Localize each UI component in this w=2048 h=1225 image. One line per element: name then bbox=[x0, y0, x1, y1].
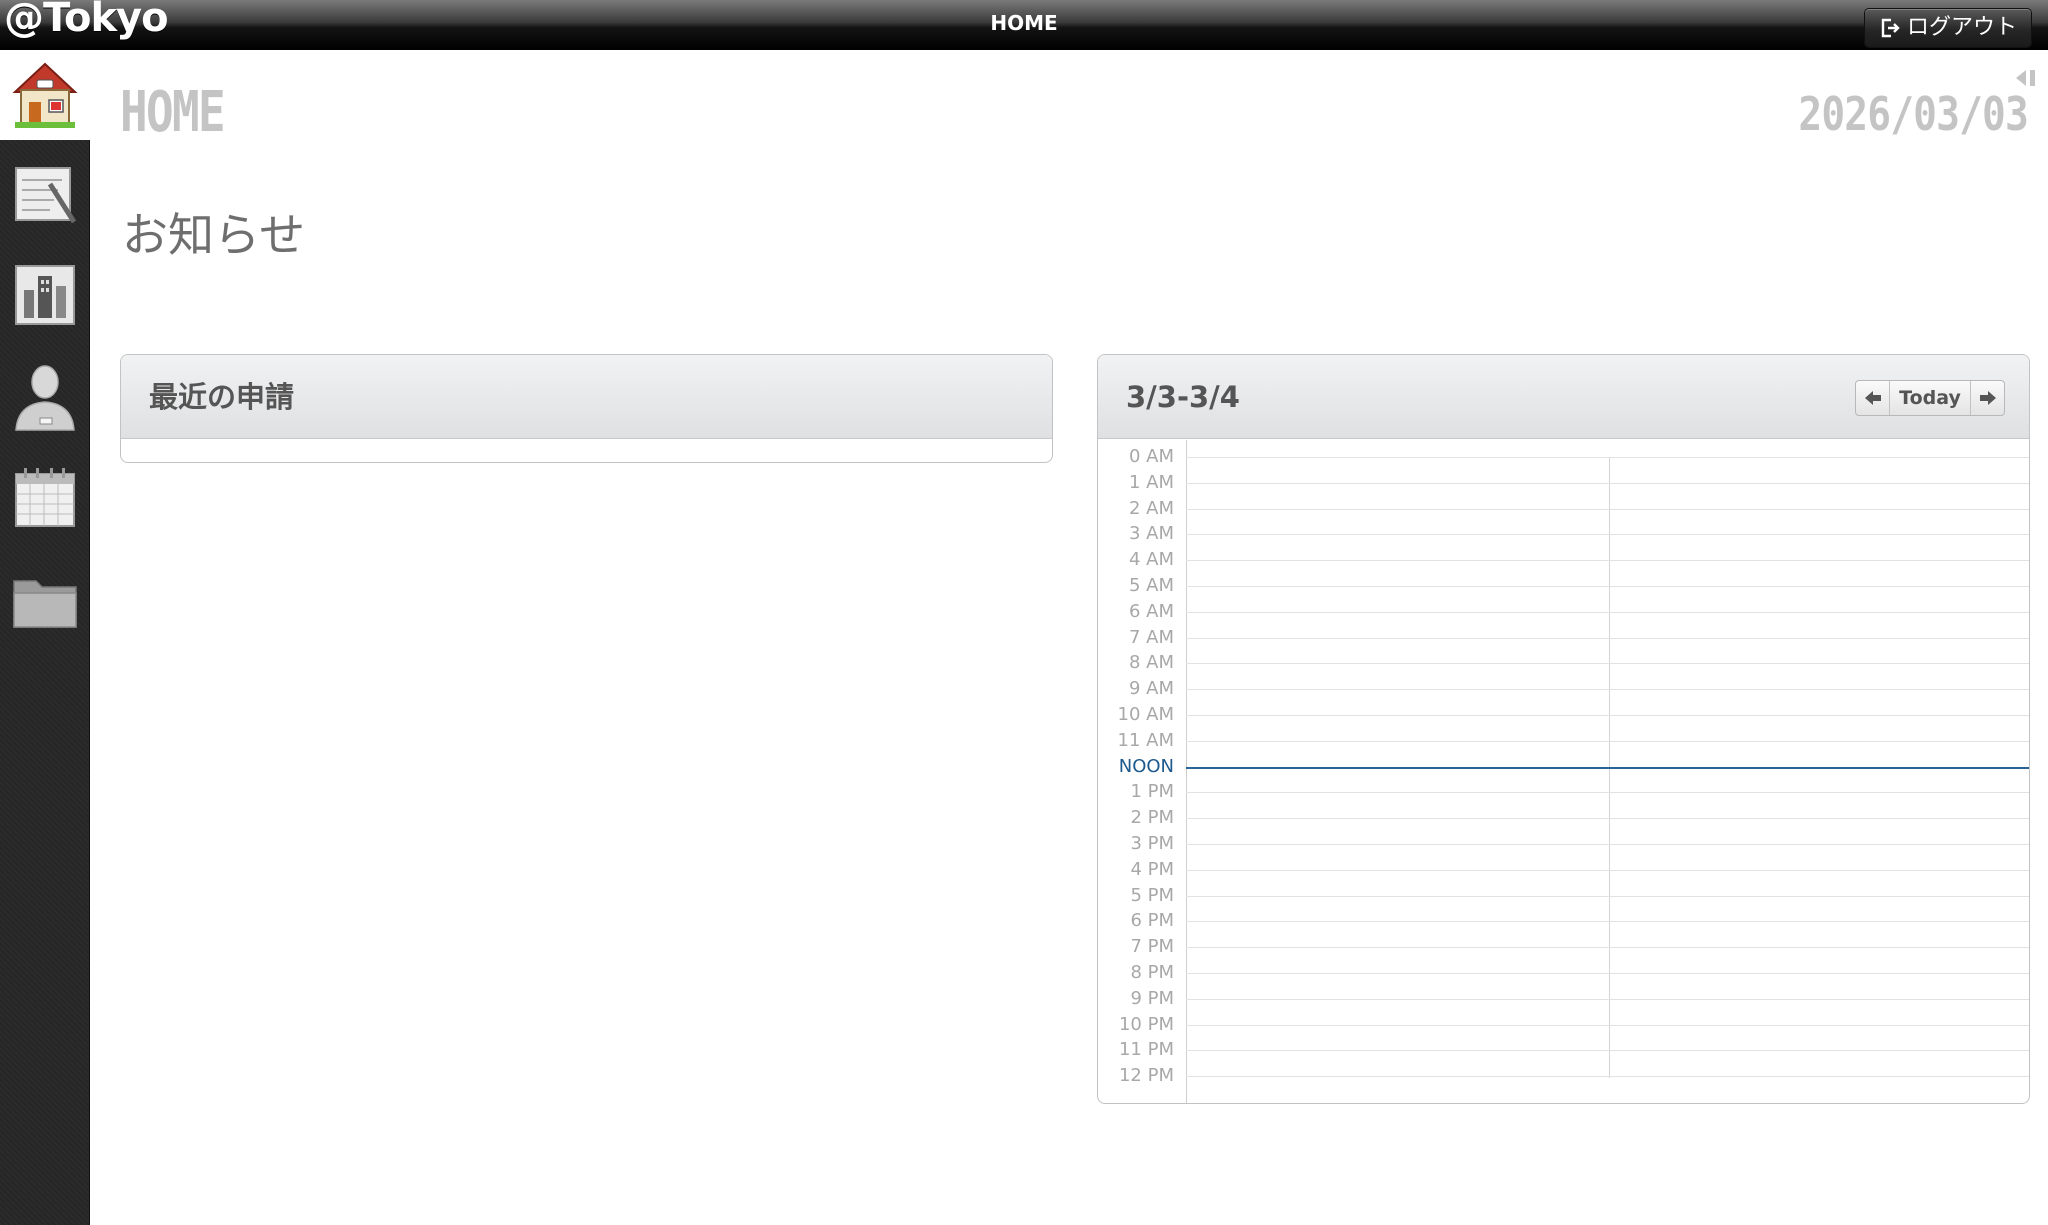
hour-line bbox=[1186, 818, 2029, 819]
hour-line bbox=[1186, 844, 2029, 845]
logout-label: ログアウト bbox=[1906, 15, 2017, 40]
hour-line bbox=[1186, 741, 2029, 742]
hour-label: 7 AM bbox=[1128, 627, 1174, 648]
sidebar-item-folder[interactable] bbox=[0, 556, 90, 646]
calendar-nav: Today bbox=[1855, 380, 2005, 416]
calendar-day-grid[interactable]: 0 AM 1 AM 2 AM 3 AM 4 AM 5 AM 6 AM 7 AM 8 AM 9 AM… bbox=[1098, 440, 2029, 1103]
calendar-header: 3/3-3/4 Today bbox=[1098, 355, 2029, 439]
hour-line bbox=[1186, 612, 2029, 613]
hour-line bbox=[1186, 1050, 2029, 1051]
hour-line bbox=[1186, 792, 2029, 793]
hour-line bbox=[1186, 921, 2029, 922]
hour-line bbox=[1186, 560, 2029, 561]
page-title-bar: HOME bbox=[990, 11, 1058, 35]
top-bar: @Tokyo HOME ログアウト bbox=[0, 0, 2048, 50]
hour-label: 6 AM bbox=[1128, 601, 1174, 622]
hour-line bbox=[1186, 483, 2029, 484]
calendar-today-button[interactable]: Today bbox=[1890, 381, 1970, 415]
sidebar-item-notepad[interactable] bbox=[0, 150, 90, 240]
calendar-prev-button[interactable] bbox=[1856, 381, 1890, 415]
hour-line bbox=[1186, 999, 2029, 1000]
calendar-range: 3/3-3/4 bbox=[1126, 380, 1240, 414]
hour-label: 12 PM bbox=[1118, 1065, 1174, 1086]
hour-line bbox=[1186, 509, 2029, 510]
hour-line bbox=[1186, 457, 2029, 458]
logout-icon bbox=[1881, 18, 1900, 38]
hour-line bbox=[1186, 1076, 2029, 1077]
home-icon bbox=[12, 62, 78, 128]
hour-label: 5 PM bbox=[1130, 885, 1174, 906]
hour-line bbox=[1186, 689, 2029, 690]
hour-line bbox=[1186, 663, 2029, 664]
hour-line bbox=[1186, 638, 2029, 639]
hour-label: 0 AM bbox=[1128, 446, 1174, 467]
hour-label: 10 PM bbox=[1118, 1014, 1174, 1035]
person-icon bbox=[15, 365, 75, 431]
hour-label: 9 PM bbox=[1130, 988, 1174, 1009]
current-date: 2026/03/03 bbox=[1798, 87, 2028, 141]
hour-label: 2 AM bbox=[1128, 498, 1174, 519]
hour-label: 11 AM bbox=[1117, 730, 1174, 751]
hour-label: 6 PM bbox=[1130, 910, 1174, 931]
hour-label: 3 PM bbox=[1130, 833, 1174, 854]
sidebar-item-calendar[interactable] bbox=[0, 454, 90, 544]
hour-label: 8 AM bbox=[1128, 652, 1174, 673]
sidebar-item-building[interactable] bbox=[0, 250, 90, 340]
hour-label: 5 AM bbox=[1128, 575, 1174, 596]
building-icon bbox=[15, 265, 75, 325]
hour-label: 4 AM bbox=[1128, 549, 1174, 570]
hour-line bbox=[1186, 715, 2029, 716]
page-heading: HOME bbox=[120, 80, 226, 145]
logout-button[interactable]: ログアウト bbox=[1864, 8, 2032, 48]
hour-label: 9 AM bbox=[1128, 678, 1174, 699]
hour-label: 1 PM bbox=[1130, 781, 1174, 802]
hour-line bbox=[1186, 1025, 2029, 1026]
recent-applications-title: 最近の申請 bbox=[149, 380, 295, 414]
hour-label: 7 PM bbox=[1130, 936, 1174, 957]
sidebar-item-home[interactable] bbox=[0, 50, 90, 140]
recent-applications-header: 最近の申請 bbox=[121, 355, 1052, 439]
hour-label: 3 AM bbox=[1128, 523, 1174, 544]
folder-icon bbox=[13, 580, 77, 628]
sidebar-item-person[interactable] bbox=[0, 352, 90, 442]
notepad-icon bbox=[15, 167, 77, 224]
brand-logo[interactable]: @Tokyo bbox=[4, 0, 169, 40]
hour-line bbox=[1186, 767, 2029, 769]
hour-label: 8 PM bbox=[1130, 962, 1174, 983]
hour-line bbox=[1186, 947, 2029, 948]
calendar-panel: 3/3-3/4 Today 0 AM 1 AM 2 AM 3 AM 4 AM 5 AM 6 … bbox=[1097, 354, 2030, 1104]
notices-title: お知らせ bbox=[122, 208, 306, 262]
hour-line bbox=[1186, 534, 2029, 535]
hour-label: 1 AM bbox=[1128, 472, 1174, 493]
calendar-icon bbox=[15, 468, 75, 527]
recent-applications-panel: 最近の申請 bbox=[120, 354, 1053, 463]
hour-label: 4 PM bbox=[1130, 859, 1174, 880]
hour-line bbox=[1186, 586, 2029, 587]
calendar-next-button[interactable] bbox=[1970, 381, 2004, 415]
time-axis-line bbox=[1186, 440, 1187, 1103]
hour-label: NOON bbox=[1118, 756, 1174, 777]
hour-line bbox=[1186, 896, 2029, 897]
collapse-icon[interactable] bbox=[2014, 68, 2042, 88]
sidebar bbox=[0, 50, 90, 1225]
hour-label: 10 AM bbox=[1117, 704, 1174, 725]
arrow-right-icon bbox=[1979, 391, 1996, 405]
arrow-left-icon bbox=[1864, 391, 1881, 405]
hour-label: 2 PM bbox=[1130, 807, 1174, 828]
hour-line bbox=[1186, 973, 2029, 974]
hour-label: 11 PM bbox=[1118, 1039, 1174, 1060]
hour-line bbox=[1186, 870, 2029, 871]
